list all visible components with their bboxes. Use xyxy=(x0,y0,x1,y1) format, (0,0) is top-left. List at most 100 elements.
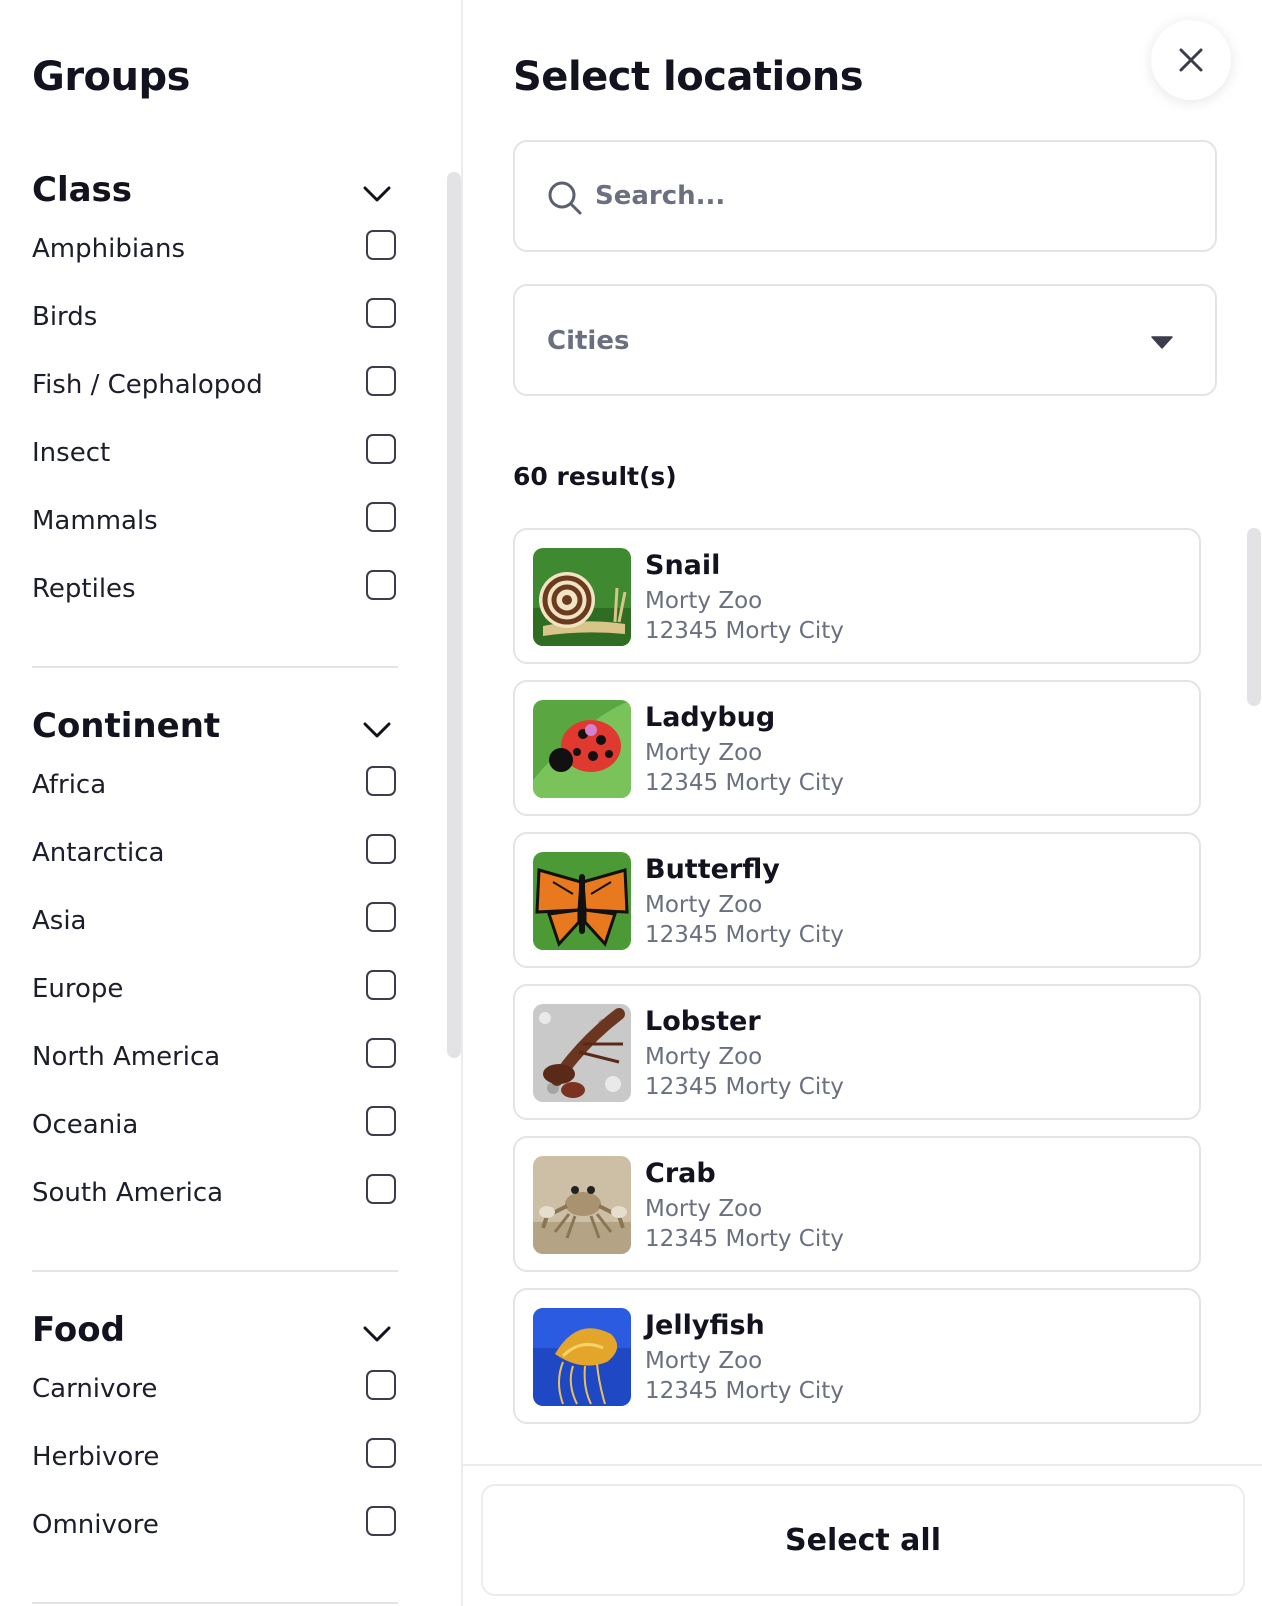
filter-option-amphibians[interactable]: Amphibians xyxy=(32,230,398,298)
search-icon xyxy=(548,181,582,215)
location-name: Crab xyxy=(645,1158,716,1189)
group-continent: Continent Africa Antarctica Asia Europe … xyxy=(32,706,398,1242)
location-card-butterfly[interactable]: Butterfly Morty Zoo 12345 Morty City xyxy=(513,832,1201,968)
option-label: Insect xyxy=(32,438,111,468)
groups-scrollbar[interactable] xyxy=(447,172,461,1058)
filter-option-birds[interactable]: Birds xyxy=(32,298,398,366)
checkbox[interactable] xyxy=(366,1106,396,1136)
location-place: Morty Zoo xyxy=(645,892,763,918)
filter-option-north-america[interactable]: North America xyxy=(32,1038,398,1106)
option-label: Amphibians xyxy=(32,234,186,264)
checkbox[interactable] xyxy=(366,1038,396,1068)
location-card-snail[interactable]: Snail Morty Zoo 12345 Morty City xyxy=(513,528,1201,664)
location-selector: Groups Class Amphibians Birds Fish / Cep… xyxy=(0,0,1262,1606)
location-name: Butterfly xyxy=(645,854,780,885)
option-label: Herbivore xyxy=(32,1442,160,1472)
checkbox[interactable] xyxy=(366,298,396,328)
animal-thumbnail xyxy=(533,700,631,798)
checkbox[interactable] xyxy=(366,502,396,532)
checkbox[interactable] xyxy=(366,230,396,260)
checkbox[interactable] xyxy=(366,834,396,864)
location-card-crab[interactable]: Crab Morty Zoo 12345 Morty City xyxy=(513,1136,1201,1272)
animal-thumbnail xyxy=(533,1156,631,1254)
option-label: Carnivore xyxy=(32,1374,158,1404)
divider xyxy=(32,1602,398,1604)
footer: Select all xyxy=(463,1464,1262,1606)
location-card-lobster[interactable]: Lobster Morty Zoo 12345 Morty City xyxy=(513,984,1201,1120)
filter-option-insect[interactable]: Insect xyxy=(32,434,398,502)
location-card-jellyfish[interactable]: Jellyfish Morty Zoo 12345 Morty City xyxy=(513,1288,1201,1424)
option-label: North America xyxy=(32,1042,221,1072)
cities-dropdown-value: Cities xyxy=(547,326,630,356)
filter-option-mammals[interactable]: Mammals xyxy=(32,502,398,570)
filter-option-south-america[interactable]: South America xyxy=(32,1174,398,1242)
group-class-header[interactable]: Class xyxy=(32,170,398,230)
divider xyxy=(32,1270,398,1272)
results-scrollbar[interactable] xyxy=(1247,528,1261,706)
location-name: Ladybug xyxy=(645,702,776,733)
filter-option-asia[interactable]: Asia xyxy=(32,902,398,970)
checkbox[interactable] xyxy=(366,1174,396,1204)
option-label: Antarctica xyxy=(32,838,165,868)
option-label: Asia xyxy=(32,906,87,936)
checkbox[interactable] xyxy=(366,570,396,600)
close-button[interactable] xyxy=(1151,20,1231,100)
filter-option-carnivore[interactable]: Carnivore xyxy=(32,1370,398,1438)
divider xyxy=(32,666,398,668)
filter-option-fish-cephalopod[interactable]: Fish / Cephalopod xyxy=(32,366,398,434)
animal-thumbnail xyxy=(533,1004,631,1102)
locations-title: Select locations xyxy=(513,54,864,100)
location-place: Morty Zoo xyxy=(645,588,763,614)
checkbox[interactable] xyxy=(366,1370,396,1400)
group-food-header[interactable]: Food xyxy=(32,1310,398,1370)
checkbox[interactable] xyxy=(366,902,396,932)
close-icon xyxy=(1179,48,1203,72)
location-address: 12345 Morty City xyxy=(645,1074,844,1100)
location-name: Snail xyxy=(645,550,721,581)
filter-option-europe[interactable]: Europe xyxy=(32,970,398,1038)
select-all-button[interactable]: Select all xyxy=(481,1484,1245,1596)
group-food: Food Carnivore Herbivore Omnivore xyxy=(32,1310,398,1574)
option-label: Europe xyxy=(32,974,124,1004)
option-label: South America xyxy=(32,1178,224,1208)
group-title: Continent xyxy=(32,706,221,746)
checkbox[interactable] xyxy=(366,970,396,1000)
checkbox[interactable] xyxy=(366,1438,396,1468)
cities-dropdown[interactable]: Cities xyxy=(513,284,1217,396)
checkbox[interactable] xyxy=(366,766,396,796)
checkbox[interactable] xyxy=(366,1506,396,1536)
filter-option-herbivore[interactable]: Herbivore xyxy=(32,1438,398,1506)
location-address: 12345 Morty City xyxy=(645,770,844,796)
groups-title: Groups xyxy=(32,54,190,100)
caret-down-icon xyxy=(1151,336,1173,349)
location-address: 12345 Morty City xyxy=(645,618,844,644)
filter-option-antarctica[interactable]: Antarctica xyxy=(32,834,398,902)
location-place: Morty Zoo xyxy=(645,1196,763,1222)
filter-option-reptiles[interactable]: Reptiles xyxy=(32,570,398,638)
option-label: Oceania xyxy=(32,1110,139,1140)
group-title: Class xyxy=(32,170,133,210)
option-label: Mammals xyxy=(32,506,158,536)
chevron-down-icon[interactable] xyxy=(362,184,392,204)
location-name: Lobster xyxy=(645,1006,761,1037)
location-name: Jellyfish xyxy=(645,1310,765,1341)
location-place: Morty Zoo xyxy=(645,1044,763,1070)
chevron-down-icon[interactable] xyxy=(362,1324,392,1344)
checkbox[interactable] xyxy=(366,366,396,396)
location-address: 12345 Morty City xyxy=(645,922,844,948)
location-address: 12345 Morty City xyxy=(645,1378,844,1404)
filter-option-africa[interactable]: Africa xyxy=(32,766,398,834)
location-place: Morty Zoo xyxy=(645,1348,763,1374)
chevron-down-icon[interactable] xyxy=(362,720,392,740)
group-continent-header[interactable]: Continent xyxy=(32,706,398,766)
filter-option-omnivore[interactable]: Omnivore xyxy=(32,1506,398,1574)
group-class: Class Amphibians Birds Fish / Cephalopod… xyxy=(32,170,398,638)
search-box xyxy=(513,140,1217,252)
locations-panel: Select locations Cities 60 result(s) xyxy=(463,0,1262,1606)
checkbox[interactable] xyxy=(366,434,396,464)
option-label: Birds xyxy=(32,302,98,332)
search-input[interactable] xyxy=(595,170,1195,222)
filter-option-oceania[interactable]: Oceania xyxy=(32,1106,398,1174)
location-card-ladybug[interactable]: Ladybug Morty Zoo 12345 Morty City xyxy=(513,680,1201,816)
group-title: Food xyxy=(32,1310,125,1350)
